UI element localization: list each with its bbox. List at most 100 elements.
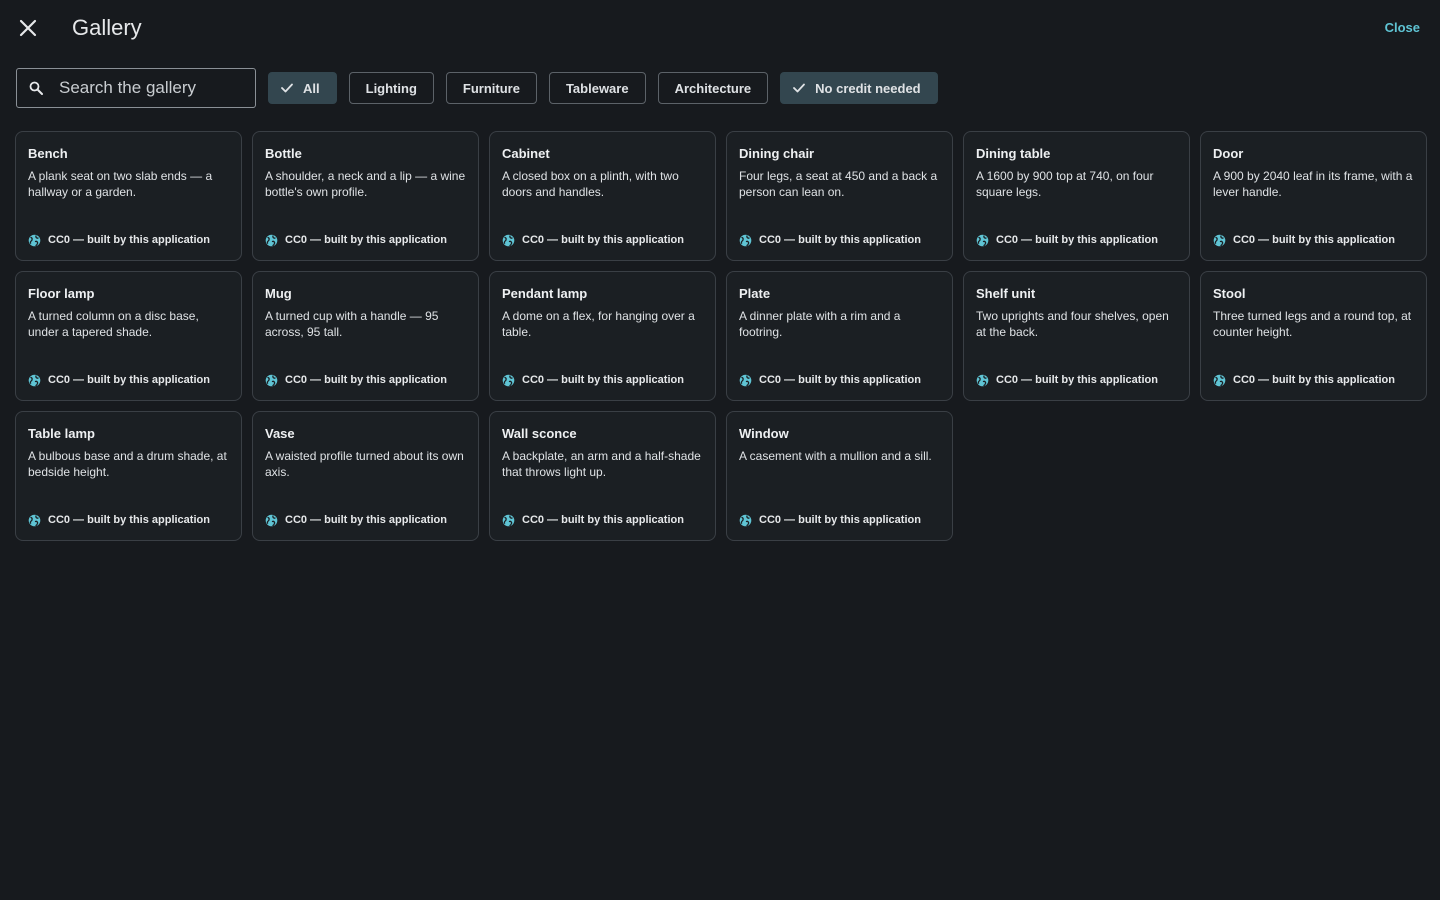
filter-architecture[interactable]: Architecture [657,72,769,104]
app-header: Gallery Close [0,0,1440,56]
card-description: A backplate, an arm and a half-shade tha… [502,449,701,479]
card-title: Plate [739,286,771,301]
check-icon [281,83,293,93]
gallery-card[interactable]: Door A 900 by 2040 leaf in its frame, wit… [1200,131,1427,261]
close-button[interactable]: Close [1385,20,1420,36]
check-icon [793,83,806,93]
card-license-label: CC0 — built by this application [285,514,447,526]
card-description: Four legs, a seat at 450 and a back a pe… [739,169,938,199]
card-license-label: CC0 — built by this application [522,374,684,386]
card-description: A dome on a flex, for hanging over a tab… [502,309,695,339]
filter-chip-label: Tableware [565,80,629,96]
gallery-card[interactable]: Table lamp A bulbous base and a drum shad… [15,411,242,541]
card-title: Wall sconce [502,426,577,441]
globe-icon [502,374,515,387]
search-box[interactable] [16,68,256,108]
gallery-grid: Bench A plank seat on two slab ends — a h… [15,131,1427,541]
gallery-card[interactable]: Plate A dinner plate with a rim and a foo… [726,271,953,401]
card-license: CC0 — built by this application [265,373,447,387]
card-license-label: CC0 — built by this application [285,234,447,246]
card-license-label: CC0 — built by this application [996,234,1158,246]
card-description: A turned column on a disc base, under a … [28,309,199,339]
filter-tableware[interactable]: Tableware [548,72,646,104]
gallery-card[interactable]: Dining chair Four legs, a seat at 450 and… [726,131,953,261]
gallery-card[interactable]: Window A casement with a mullion and a si… [726,411,953,541]
card-license-label: CC0 — built by this application [759,374,921,386]
card-license: CC0 — built by this application [976,373,1158,387]
card-license: CC0 — built by this application [28,513,210,527]
gallery-card[interactable]: Vase A waisted profile turned about its o… [252,411,479,541]
card-license: CC0 — built by this application [1213,233,1395,247]
card-description: A shoulder, a neck and a lip — a wine bo… [265,169,466,199]
card-license: CC0 — built by this application [976,233,1158,247]
filter-no-credit-needed[interactable]: No credit needed [780,72,938,104]
search-icon [29,81,43,95]
card-title: Cabinet [502,146,550,161]
gallery-card[interactable]: Pendant lamp A dome on a flex, for hangin… [489,271,716,401]
card-title: Shelf unit [976,286,1036,301]
globe-icon [28,514,41,527]
gallery-card[interactable]: Wall sconce A backplate, an arm and a hal… [489,411,716,541]
globe-icon [976,374,989,387]
card-license: CC0 — built by this application [265,513,447,527]
card-description: A plank seat on two slab ends — a hallwa… [28,169,213,199]
globe-icon [976,234,989,247]
filter-chip-label: Architecture [674,80,752,96]
card-title: Bench [28,146,68,161]
card-license: CC0 — built by this application [28,373,210,387]
card-license-label: CC0 — built by this application [522,234,684,246]
card-title: Dining table [976,146,1051,161]
card-license: CC0 — built by this application [502,233,684,247]
card-license-label: CC0 — built by this application [48,374,210,386]
card-license-label: CC0 — built by this application [285,374,447,386]
gallery-card[interactable]: Floor lamp A turned column on a disc base… [15,271,242,401]
gallery-card[interactable]: Stool Three turned legs and a round top, … [1200,271,1427,401]
card-license-label: CC0 — built by this application [996,374,1158,386]
globe-icon [265,234,278,247]
globe-icon [739,234,752,247]
globe-icon [28,374,41,387]
card-description: A casement with a mullion and a sill. [739,449,932,463]
card-title: Window [739,426,789,441]
card-description: A 900 by 2040 leaf in its frame, with a … [1213,169,1413,199]
card-license: CC0 — built by this application [502,513,684,527]
globe-icon [1213,374,1226,387]
card-license-label: CC0 — built by this application [1233,374,1395,386]
card-license-label: CC0 — built by this application [759,234,921,246]
filter-chip-label: Furniture [462,80,520,96]
gallery-card[interactable]: Bench A plank seat on two slab ends — a h… [15,131,242,261]
card-title: Floor lamp [28,286,95,301]
gallery-card[interactable]: Shelf unit Two uprights and four shelves,… [963,271,1190,401]
filter-chip-label: Lighting [365,80,417,96]
filter-chips: All Lighting Furniture Tableware Architectur… [268,72,950,104]
gallery-card[interactable]: Bottle A shoulder, a neck and a lip — a w… [252,131,479,261]
card-license-label: CC0 — built by this application [48,234,210,246]
card-description: A waisted profile turned about its own a… [265,449,464,479]
filter-lighting[interactable]: Lighting [348,72,434,104]
card-description: A dinner plate with a rim and a footring… [739,309,901,339]
card-license: CC0 — built by this application [28,233,210,247]
globe-icon [739,374,752,387]
card-title: Door [1213,146,1244,161]
filter-furniture[interactable]: Furniture [445,72,537,104]
close-icon[interactable] [14,14,42,42]
card-title: Pendant lamp [502,286,588,301]
card-description: Three turned legs and a round top, at co… [1213,309,1412,339]
card-title: Table lamp [28,426,95,441]
card-license-label: CC0 — built by this application [522,514,684,526]
globe-icon [739,514,752,527]
gallery-card[interactable]: Dining table A 1600 by 900 top at 740, on… [963,131,1190,261]
card-license-label: CC0 — built by this application [759,514,921,526]
search-input[interactable] [59,78,229,98]
card-description: A 1600 by 900 top at 740, on four square… [976,169,1154,199]
card-title: Stool [1213,286,1246,301]
filter-all[interactable]: All [268,72,337,104]
filter-toolbar: All Lighting Furniture Tableware Architectur… [16,68,950,108]
page-title: Gallery [72,15,142,40]
gallery-card[interactable]: Cabinet A closed box on a plinth, with tw… [489,131,716,261]
card-description: A bulbous base and a drum shade, at beds… [28,449,227,479]
globe-icon [1213,234,1226,247]
globe-icon [265,514,278,527]
globe-icon [502,234,515,247]
gallery-card[interactable]: Mug A turned cup with a handle — 95 acros… [252,271,479,401]
